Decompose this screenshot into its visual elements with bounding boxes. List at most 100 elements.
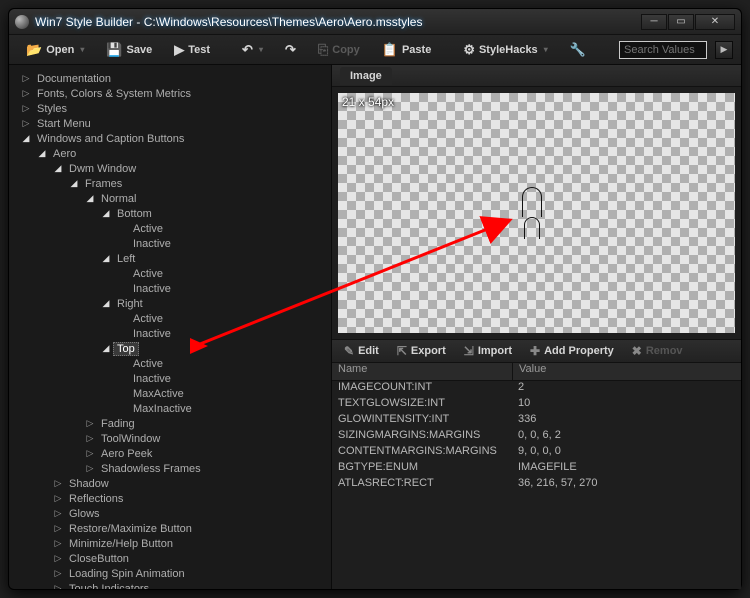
x-icon: ✖ <box>632 344 642 358</box>
grid-header[interactable]: Name Value <box>332 363 741 381</box>
export-button[interactable]: ⇱Export <box>391 342 452 360</box>
prop-value[interactable]: 336 <box>512 413 741 429</box>
tree-item[interactable]: Start Menu <box>17 116 331 131</box>
property-row[interactable]: BGTYPE:ENUMIMAGEFILE <box>332 461 741 477</box>
tree-item[interactable]: Dwm Window <box>17 161 331 176</box>
property-row[interactable]: GLOWINTENSITY:INT336 <box>332 413 741 429</box>
tree-item[interactable]: Right <box>17 296 331 311</box>
property-grid[interactable]: Name Value IMAGECOUNT:INT2TEXTGLOWSIZE:I… <box>332 363 741 589</box>
tree-item[interactable]: MaxInactive <box>17 401 331 416</box>
save-icon: 💾 <box>106 42 122 58</box>
tree-item[interactable]: Documentation <box>17 71 331 86</box>
prop-name: IMAGECOUNT:INT <box>332 381 512 397</box>
tree-item[interactable]: Normal <box>17 191 331 206</box>
folder-open-icon: 📂 <box>26 42 42 58</box>
image-tab[interactable]: Image <box>340 67 392 85</box>
tree-item[interactable]: Active <box>17 266 331 281</box>
tree-item[interactable]: Windows and Caption Buttons <box>17 131 331 146</box>
prop-name: ATLASRECT:RECT <box>332 477 512 493</box>
preview-glyph <box>522 187 542 217</box>
tree-item[interactable]: MaxActive <box>17 386 331 401</box>
tree-item[interactable]: Aero <box>17 146 331 161</box>
prop-value[interactable]: 9, 0, 0, 0 <box>512 445 741 461</box>
image-dimensions-label: 21 x 54px <box>338 93 398 111</box>
tree-item[interactable]: Reflections <box>17 491 331 506</box>
tree-item[interactable]: Aero Peek <box>17 446 331 461</box>
paste-icon: 📋 <box>382 42 398 58</box>
tree-item[interactable]: Inactive <box>17 326 331 341</box>
tree-item[interactable]: Frames <box>17 176 331 191</box>
tree-item[interactable]: Fading <box>17 416 331 431</box>
tree-item[interactable]: Styles <box>17 101 331 116</box>
chevron-down-icon: ▾ <box>544 45 548 54</box>
search-go-button[interactable]: ▶ <box>715 41 733 59</box>
copy-button[interactable]: ⎘Copy <box>309 38 369 62</box>
tree-item[interactable]: Active <box>17 311 331 326</box>
open-button[interactable]: 📂Open▾ <box>17 38 93 62</box>
settings-button[interactable]: 🔧 <box>561 38 595 62</box>
test-button[interactable]: ▶Test <box>165 38 219 62</box>
property-row[interactable]: IMAGECOUNT:INT2 <box>332 381 741 397</box>
prop-name: TEXTGLOWSIZE:INT <box>332 397 512 413</box>
tree-item[interactable]: Loading Spin Animation <box>17 566 331 581</box>
tree-item[interactable]: Active <box>17 221 331 236</box>
add-property-button[interactable]: ✚Add Property <box>524 342 620 360</box>
col-name[interactable]: Name <box>332 363 512 380</box>
tree-view[interactable]: Documentation Fonts, Colors & System Met… <box>9 65 331 589</box>
tree-item[interactable]: CloseButton <box>17 551 331 566</box>
titlebar[interactable]: Win7 Style Builder - C:\Windows\Resource… <box>9 9 741 35</box>
property-row[interactable]: ATLASRECT:RECT36, 216, 57, 270 <box>332 477 741 493</box>
tree-item[interactable]: Active <box>17 356 331 371</box>
tree-item[interactable]: Bottom <box>17 206 331 221</box>
app-window: Win7 Style Builder - C:\Windows\Resource… <box>8 8 742 590</box>
tree-item-selected[interactable]: Top <box>17 341 331 356</box>
prop-name: BGTYPE:ENUM <box>332 461 512 477</box>
paste-button[interactable]: 📋Paste <box>373 38 441 62</box>
gear-icon: ⚙ <box>463 42 475 58</box>
search-input[interactable] <box>624 44 702 56</box>
property-row[interactable]: CONTENTMARGINS:MARGINS9, 0, 0, 0 <box>332 445 741 461</box>
redo-button[interactable]: ↷ <box>276 38 305 62</box>
tree-item[interactable]: Left <box>17 251 331 266</box>
import-icon: ⇲ <box>464 344 474 358</box>
tree-item[interactable]: Inactive <box>17 236 331 251</box>
prop-value[interactable]: 0, 0, 6, 2 <box>512 429 741 445</box>
prop-value[interactable]: 10 <box>512 397 741 413</box>
remove-property-button[interactable]: ✖Remov <box>626 342 689 360</box>
image-preview[interactable]: 21 x 54px <box>332 87 741 339</box>
tree-item[interactable]: ToolWindow <box>17 431 331 446</box>
tree-item[interactable]: Shadow <box>17 476 331 491</box>
tree-item[interactable]: Minimize/Help Button <box>17 536 331 551</box>
prop-value[interactable]: 36, 216, 57, 270 <box>512 477 741 493</box>
window-title: Win7 Style Builder - C:\Windows\Resource… <box>35 15 641 29</box>
tree-item[interactable]: Shadowless Frames <box>17 461 331 476</box>
plus-icon: ✚ <box>530 344 540 358</box>
col-value[interactable]: Value <box>512 363 741 380</box>
stylehacks-button[interactable]: ⚙StyleHacks▾ <box>454 38 556 62</box>
minimize-button[interactable]: ─ <box>641 14 667 30</box>
tree-item[interactable]: Inactive <box>17 371 331 386</box>
tree-item[interactable]: Inactive <box>17 281 331 296</box>
save-button[interactable]: 💾Save <box>97 38 161 62</box>
property-row[interactable]: TEXTGLOWSIZE:INT10 <box>332 397 741 413</box>
search-box[interactable] <box>619 41 707 59</box>
property-row[interactable]: SIZINGMARGINS:MARGINS0, 0, 6, 2 <box>332 429 741 445</box>
property-toolbar: ✎Edit ⇱Export ⇲Import ✚Add Property ✖Rem… <box>332 339 741 363</box>
prop-value[interactable]: IMAGEFILE <box>512 461 741 477</box>
tree-item[interactable]: Touch Indicators <box>17 581 331 589</box>
import-button[interactable]: ⇲Import <box>458 342 518 360</box>
chevron-down-icon: ▾ <box>259 45 263 54</box>
tree-item[interactable]: Restore/Maximize Button <box>17 521 331 536</box>
copy-icon: ⎘ <box>318 42 328 58</box>
undo-button[interactable]: ↶▾ <box>233 38 272 62</box>
prop-name: CONTENTMARGINS:MARGINS <box>332 445 512 461</box>
tree-item[interactable]: Fonts, Colors & System Metrics <box>17 86 331 101</box>
close-button[interactable]: ✕ <box>695 14 735 30</box>
maximize-button[interactable]: ▭ <box>668 14 694 30</box>
prop-name: SIZINGMARGINS:MARGINS <box>332 429 512 445</box>
tree-item[interactable]: Glows <box>17 506 331 521</box>
edit-button[interactable]: ✎Edit <box>338 342 385 360</box>
pencil-icon: ✎ <box>344 344 354 358</box>
wrench-icon: 🔧 <box>570 42 586 58</box>
prop-value[interactable]: 2 <box>512 381 741 397</box>
